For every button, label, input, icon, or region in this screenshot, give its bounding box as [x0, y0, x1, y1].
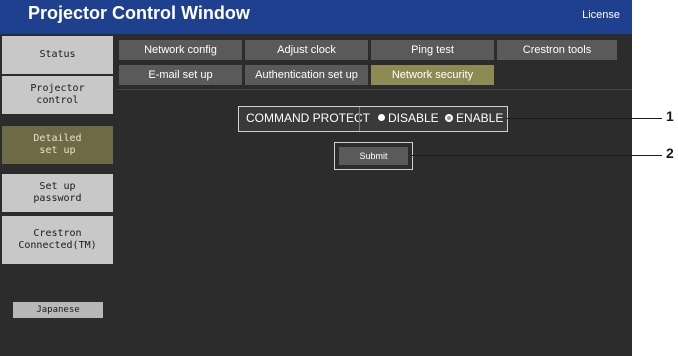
tab-network-config[interactable]: Network config	[119, 40, 242, 60]
radio-unselected-icon	[378, 114, 385, 122]
content-divider	[116, 89, 632, 90]
sidebar-item-status[interactable]: Status	[2, 36, 113, 74]
command-protect-label: COMMAND PROTECT	[246, 111, 370, 125]
sidebar-item-set-up-password[interactable]: Set up password	[2, 174, 113, 212]
japanese-language-button[interactable]: Japanese	[13, 302, 103, 318]
panel-divider	[359, 107, 360, 131]
disable-radio-label: DISABLE	[388, 111, 439, 125]
sidebar-item-crestron-connected[interactable]: Crestron Connected(TM)	[2, 216, 113, 264]
title-bar: Projector Control Window License	[0, 0, 632, 34]
disable-radio[interactable]: DISABLE	[378, 111, 439, 125]
enable-radio-label: ENABLE	[456, 111, 504, 125]
tab-adjust-clock[interactable]: Adjust clock	[245, 40, 368, 60]
submit-frame: Submit	[334, 142, 413, 170]
callout-line-1	[507, 118, 662, 119]
command-protect-panel: COMMAND PROTECT DISABLE ENABLE	[238, 106, 508, 132]
radio-selected-icon	[445, 113, 453, 122]
tab-ping-test[interactable]: Ping test	[371, 40, 494, 60]
license-link[interactable]: License	[582, 9, 620, 21]
tab-authentication-set-up[interactable]: Authentication set up	[245, 65, 368, 85]
callout-number-1: 1	[666, 108, 674, 124]
sidebar-item-detailed-set-up[interactable]: Detailed set up	[2, 126, 113, 164]
tab-email-set-up[interactable]: E-mail set up	[119, 65, 242, 85]
sidebar-item-projector-control[interactable]: Projector control	[2, 76, 113, 114]
callout-line-2	[412, 155, 662, 156]
submit-button[interactable]: Submit	[339, 147, 408, 165]
tab-network-security[interactable]: Network security	[371, 65, 494, 85]
enable-radio[interactable]: ENABLE	[445, 111, 503, 125]
projector-control-window: Projector Control Window License Status …	[0, 0, 632, 356]
window-title: Projector Control Window	[28, 3, 250, 23]
callout-number-2: 2	[666, 145, 674, 161]
sidebar: Status Projector control Detailed set up…	[0, 34, 116, 356]
tab-crestron-tools[interactable]: Crestron tools	[497, 40, 617, 60]
